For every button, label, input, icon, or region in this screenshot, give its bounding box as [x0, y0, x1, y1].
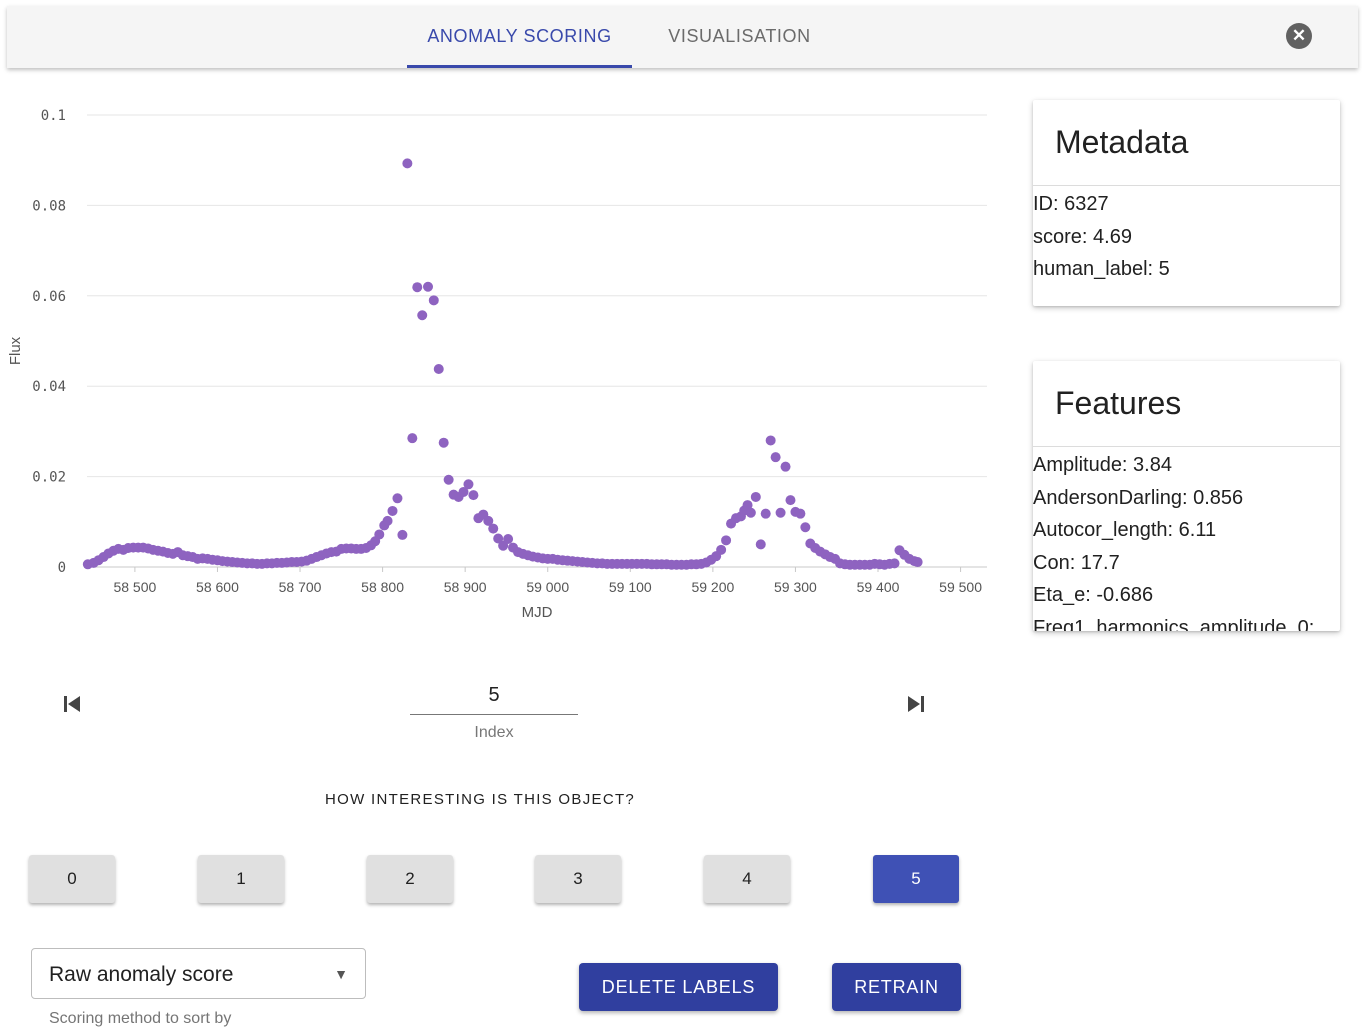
data-point [433, 364, 444, 375]
index-label: Index [474, 724, 514, 741]
data-point [438, 437, 449, 448]
scoring-method-helper: Scoring method to sort by [49, 1010, 232, 1027]
x-tick-label: 58 800 [361, 579, 404, 595]
data-point [423, 281, 434, 292]
x-tick-label: 59 300 [774, 579, 817, 595]
feature-autocor-length: Autocor_length: 6.11 [1033, 519, 1217, 541]
feature-amplitude: Amplitude: 3.84 [1033, 454, 1172, 476]
data-point [443, 474, 454, 485]
scoring-method-value: Raw anomaly score [49, 963, 234, 986]
metadata-human-label: human_label: 5 [1033, 258, 1170, 280]
data-point [716, 544, 727, 555]
interest-question: HOW INTERESTING IS THIS OBJECT? [325, 791, 636, 808]
features-title: Features [1033, 361, 1340, 447]
metadata-id: ID: 6327 [1033, 193, 1109, 215]
tab-visualisation[interactable]: VISUALISATION [652, 6, 827, 68]
x-tick-label: 59 200 [691, 579, 734, 595]
x-tick-label: 59 500 [939, 579, 982, 595]
tab-anomaly-scoring[interactable]: ANOMALY SCORING [407, 6, 632, 68]
close-icon[interactable]: ✕ [1286, 23, 1312, 49]
data-point [800, 522, 811, 533]
data-point [387, 505, 398, 516]
y-axis-label: Flux [7, 336, 24, 365]
features-card[interactable]: Features Amplitude: 3.84 AndersonDarling… [1033, 361, 1340, 631]
data-point [750, 491, 761, 502]
y-tick-label: 0.02 [32, 470, 66, 486]
feature-anderson-darling: AndersonDarling: 0.856 [1033, 486, 1244, 509]
data-point [503, 533, 514, 544]
x-tick-label: 58 600 [196, 579, 239, 595]
first-object-button[interactable] [62, 693, 82, 721]
data-point [765, 435, 776, 446]
data-point [755, 539, 766, 550]
x-tick-label: 58 900 [444, 579, 487, 595]
data-point [392, 493, 403, 504]
score-button-4[interactable]: 4 [704, 855, 790, 903]
data-point [463, 479, 474, 490]
data-point [760, 508, 771, 519]
x-tick-label: 59 100 [609, 579, 652, 595]
x-tick-label: 59 400 [857, 579, 900, 595]
data-point [397, 529, 408, 540]
score-button-0[interactable]: 0 [29, 855, 115, 903]
dropdown-arrow-icon: ▼ [334, 966, 348, 982]
y-tick-label: 0 [58, 560, 66, 576]
data-point [382, 515, 393, 526]
data-point [770, 452, 781, 463]
data-point [775, 507, 786, 518]
x-tick-label: 58 500 [113, 579, 156, 595]
metadata-score: score: 4.69 [1033, 225, 1132, 248]
score-button-5[interactable]: 5 [873, 855, 959, 903]
data-point [795, 508, 806, 519]
data-point [785, 495, 796, 506]
score-button-1[interactable]: 1 [198, 855, 284, 903]
index-input[interactable]: 5 [410, 680, 578, 715]
feature-freq1-harmonics: Freq1_harmonics_amplitude_0: [1033, 616, 1315, 632]
data-point [745, 507, 756, 518]
skip-previous-icon [64, 696, 80, 712]
retrain-button[interactable]: RETRAIN [832, 963, 961, 1011]
skip-next-icon [908, 696, 924, 712]
y-tick-label: 0.06 [32, 289, 66, 305]
y-tick-label: 0.04 [32, 379, 66, 395]
light-curve-chart: 0 0.02 0.04 0.06 0.08 0.1 58 500 58 600 58 700 58… [7, 108, 987, 621]
x-tick-label: 59 000 [526, 579, 569, 595]
metadata-title: Metadata [1033, 100, 1340, 186]
y-tick-label: 0.08 [32, 198, 66, 214]
y-tick-label: 0.1 [41, 108, 66, 124]
app-bar: ANOMALY SCORING VISUALISATION ✕ [7, 6, 1358, 68]
x-tick-label: 58 700 [279, 579, 322, 595]
delete-labels-button[interactable]: DELETE LABELS [579, 963, 778, 1011]
data-point [417, 310, 428, 321]
feature-eta-e: Eta_e: -0.686 [1033, 584, 1154, 606]
data-point [428, 295, 439, 306]
score-button-2[interactable]: 2 [367, 855, 453, 903]
data-point [912, 557, 923, 568]
data-point [402, 158, 413, 169]
metadata-card: Metadata ID: 6327 score: 4.69 human_labe… [1033, 100, 1340, 306]
x-axis-label: MJD [522, 604, 553, 621]
data-point [407, 433, 418, 444]
data-point [889, 558, 900, 569]
scoring-method-select[interactable]: Raw anomaly score ▼ [31, 948, 366, 999]
score-button-3[interactable]: 3 [535, 855, 621, 903]
data-point [488, 523, 499, 534]
data-point [374, 529, 385, 540]
data-point [412, 282, 423, 293]
data-point [468, 490, 479, 501]
data-point [721, 535, 732, 546]
data-point [780, 461, 791, 472]
feature-con: Con: 17.7 [1033, 551, 1120, 574]
last-object-button[interactable] [906, 693, 926, 721]
